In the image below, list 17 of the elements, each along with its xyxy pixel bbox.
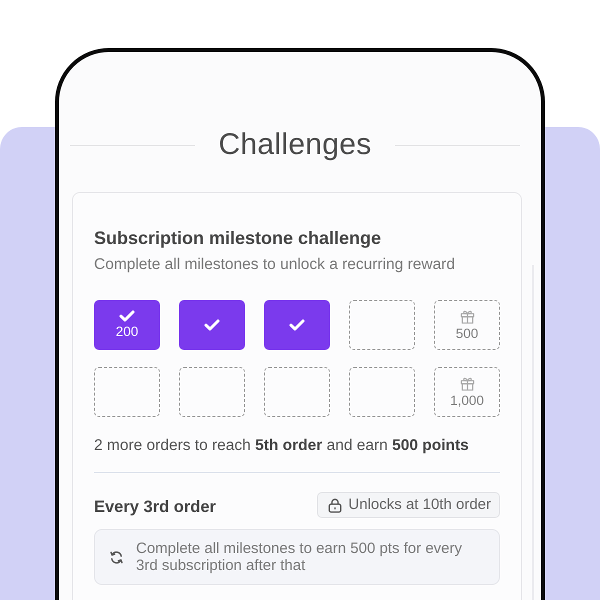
check-icon (119, 310, 135, 322)
reward-points: 500 (456, 326, 478, 342)
section-title: Every 3rd order (94, 497, 216, 518)
reward-points: 1,000 (450, 392, 484, 408)
unlock-text: Unlocks at 10th order (348, 496, 491, 514)
check-icon (204, 319, 220, 331)
page-title: Challenges (218, 127, 372, 163)
gift-icon (460, 376, 474, 390)
challenge-subtitle: Complete all milestones to unlock a recurring reward (94, 255, 456, 275)
refresh-icon (109, 550, 124, 564)
progress-text: 2 more orders to reach 5th order and earn 500 points (94, 436, 470, 456)
check-icon (289, 319, 305, 331)
challenge-title: Subscription milestone challenge (94, 227, 382, 249)
gift-icon (460, 308, 474, 324)
lock-icon (328, 498, 342, 512)
reward-points: 200 (116, 324, 138, 340)
info-text: Complete all milestones to earn 500 pts for every 3rd subscription after that (136, 540, 463, 574)
